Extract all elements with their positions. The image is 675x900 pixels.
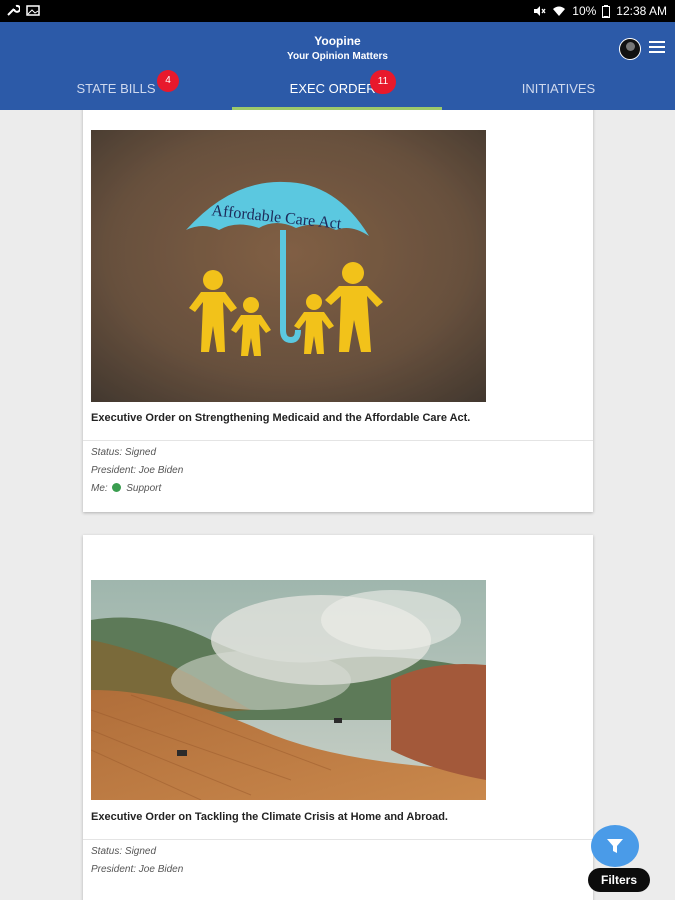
status-text: Status: Signed xyxy=(91,447,157,458)
my-opinion-value: Support xyxy=(126,483,162,494)
exec-order-card[interactable]: Affordable Care Act Executive Order on S… xyxy=(83,110,593,512)
tab-initiatives[interactable]: INITIATIVES xyxy=(442,70,675,110)
avatar[interactable] xyxy=(619,38,641,60)
tab-count-badge: 11 xyxy=(370,70,396,94)
hamburger-menu-icon[interactable] xyxy=(649,40,667,56)
exec-order-card[interactable]: Executive Order on Tackling the Climate … xyxy=(83,535,593,900)
tab-state-bills[interactable]: STATE BILLS 4 xyxy=(0,70,232,110)
my-opinion-label: Me: xyxy=(91,483,108,494)
battery-percent: 10% xyxy=(572,4,597,18)
support-dot-icon xyxy=(112,483,122,492)
my-opinion: Me: Support xyxy=(91,483,161,494)
mute-icon xyxy=(534,6,546,16)
tab-label: INITIATIVES xyxy=(521,81,596,96)
card-title[interactable]: Executive Order on Tackling the Climate … xyxy=(91,811,585,823)
president-text: President: Joe Biden xyxy=(91,864,184,875)
battery-icon xyxy=(602,4,611,18)
wildfire-landscape-image[interactable] xyxy=(91,580,486,800)
affordable-care-act-image[interactable]: Affordable Care Act xyxy=(91,130,486,402)
app-bar: Yoopine Your Opinion Matters STATE BILLS… xyxy=(0,22,675,110)
clock: 12:38 AM xyxy=(616,4,667,18)
app-subtitle: Your Opinion Matters xyxy=(287,51,388,62)
tab-exec-orders[interactable]: EXEC ORDERS 11 xyxy=(232,70,442,110)
image-icon xyxy=(26,5,40,16)
filters-label[interactable]: Filters xyxy=(588,868,650,892)
card-title[interactable]: Executive Order on Strengthening Medicai… xyxy=(91,412,585,424)
president-text: President: Joe Biden xyxy=(91,465,184,476)
filter-button[interactable] xyxy=(591,825,639,867)
status-bar: 10% 12:38 AM xyxy=(0,0,675,22)
card-divider xyxy=(83,839,593,840)
card-divider xyxy=(83,440,593,441)
wifi-icon xyxy=(553,6,566,16)
filter-icon xyxy=(607,839,623,853)
tab-count-badge: 4 xyxy=(157,70,179,92)
wrench-icon xyxy=(7,4,20,16)
exec-orders-feed[interactable]: Affordable Care Act Executive Order on S… xyxy=(0,110,675,900)
status-text: Status: Signed xyxy=(91,846,157,857)
tab-label: STATE BILLS xyxy=(76,81,156,96)
app-title: Yoopine xyxy=(314,34,361,48)
tab-bar: STATE BILLS 4 EXEC ORDERS 11 INITIATIVES xyxy=(0,70,675,110)
